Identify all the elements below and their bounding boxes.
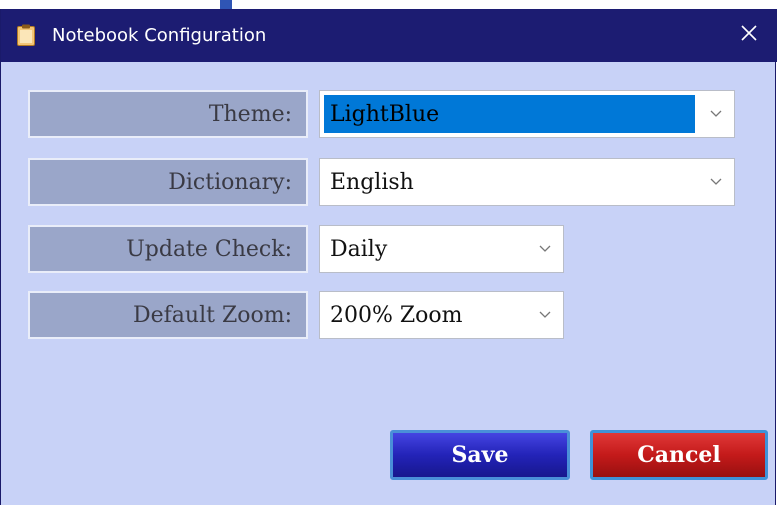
- update-check-value: Daily: [324, 230, 524, 268]
- save-button[interactable]: Save: [390, 430, 570, 480]
- dictionary-dropdown-button[interactable]: [698, 159, 734, 205]
- dictionary-label: Dictionary:: [28, 158, 308, 206]
- close-button[interactable]: [721, 9, 777, 62]
- dictionary-value: English: [324, 163, 695, 201]
- chevron-down-icon: [539, 240, 551, 258]
- default-zoom-combobox[interactable]: 200% Zoom: [319, 291, 564, 339]
- default-zoom-label: Default Zoom:: [28, 291, 308, 339]
- clipboard-icon: [17, 24, 35, 46]
- update-check-dropdown-button[interactable]: [527, 226, 563, 272]
- theme-dropdown-button[interactable]: [698, 91, 734, 137]
- window-title: Notebook Configuration: [52, 25, 267, 46]
- update-check-label: Update Check:: [28, 225, 308, 273]
- theme-value: LightBlue: [324, 95, 695, 133]
- dictionary-combobox[interactable]: English: [319, 158, 735, 206]
- chevron-down-icon: [710, 173, 722, 191]
- chevron-down-icon: [710, 105, 722, 123]
- theme-label: Theme:: [28, 90, 308, 138]
- background-strip: [0, 0, 778, 9]
- background-fragment: [220, 0, 232, 9]
- cancel-button[interactable]: Cancel: [590, 430, 768, 480]
- dialog-window: Notebook Configuration Theme: LightBlue …: [0, 9, 777, 505]
- chevron-down-icon: [539, 306, 551, 324]
- title-bar: Notebook Configuration: [1, 9, 777, 62]
- default-zoom-value: 200% Zoom: [324, 296, 524, 334]
- update-check-combobox[interactable]: Daily: [319, 225, 564, 273]
- close-icon: [740, 24, 758, 47]
- theme-combobox[interactable]: LightBlue: [319, 90, 735, 138]
- default-zoom-dropdown-button[interactable]: [527, 292, 563, 338]
